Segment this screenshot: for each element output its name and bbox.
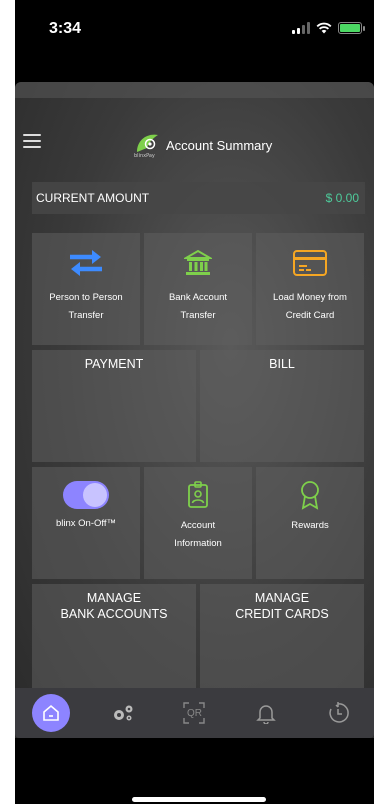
blinx-on-off-label: blinx On-Off™ [55,518,116,529]
nav-qr[interactable]: QR [174,693,214,733]
balance-value: $ 0.00 [325,191,359,205]
home-indicator[interactable] [132,797,266,802]
bill-label: BILL [269,357,295,371]
blinx-on-off-tile[interactable]: blinx On-Off™ [32,467,140,579]
wifi-icon [316,22,332,34]
award-icon [299,479,321,511]
signal-icon [292,22,310,34]
toggle-icon[interactable] [63,481,109,509]
payment-label: PAYMENT [84,357,144,371]
menu-icon[interactable] [23,134,41,148]
settings-gears-icon[interactable] [111,704,135,722]
card-label-2: Credit Card [285,310,335,321]
rewards-tile[interactable]: Rewards [256,467,364,579]
manage-credit-cards-tile[interactable]: MANAGE CREDIT CARDS [200,584,364,696]
balance-label: CURRENT AMOUNT [36,191,150,205]
bottom-nav: QR [15,688,374,738]
phone-screen: 3:34 blinxPay Account Summary CURRENT AM… [15,0,374,804]
nav-history[interactable] [318,693,358,733]
blinxpay-logo-icon: blinxPay [134,134,158,158]
nav-settings[interactable] [103,693,143,733]
credit-card-icon [292,247,328,279]
bank-account-transfer-tile[interactable]: Bank Account Transfer [144,233,252,345]
bank-label-2: Transfer [180,310,216,321]
account-label-2: Information [174,538,222,549]
bank-label-1: Bank Account [168,292,228,303]
manage-cards-label-1: MANAGE [254,591,310,605]
account-label-1: Account [180,520,216,531]
battery-icon [338,22,365,34]
current-amount-bar: CURRENT AMOUNT $ 0.00 [32,182,365,214]
history-icon[interactable] [326,701,350,725]
qr-label: QR [186,707,202,719]
status-time: 3:34 [49,20,82,37]
screen-top-band [15,82,374,98]
page-title: Account Summary [166,138,273,153]
bank-icon [184,247,212,279]
manage-bank-accounts-tile[interactable]: MANAGE BANK ACCOUNTS [32,584,196,696]
svg-text:blinxPay: blinxPay [134,153,155,158]
manage-bank-label-1: MANAGE [86,591,142,605]
status-icons [292,22,365,34]
p2p-label-2: Transfer [68,310,104,321]
rewards-label: Rewards [291,520,329,531]
manage-cards-label-2: CREDIT CARDS [235,607,329,621]
id-badge-icon [187,479,209,511]
payment-tile[interactable]: PAYMENT [32,350,196,462]
manage-bank-label-2: BANK ACCOUNTS [60,607,168,621]
status-bar: 3:34 [15,0,374,60]
transfer-arrows-icon [68,247,104,279]
app-screen: blinxPay Account Summary CURRENT AMOUNT … [15,82,374,738]
home-icon[interactable] [31,694,70,732]
nav-notifications[interactable] [246,693,286,733]
account-information-tile[interactable]: Account Information [144,467,252,579]
p2p-label-1: Person to Person [49,292,123,303]
app-header: blinxPay Account Summary [15,126,374,162]
bell-icon[interactable] [256,702,277,724]
nav-home[interactable] [31,693,71,733]
p2p-transfer-tile[interactable]: Person to Person Transfer [32,233,140,345]
load-money-credit-card-tile[interactable]: Load Money from Credit Card [256,233,364,345]
bill-tile[interactable]: BILL [200,350,364,462]
card-label-1: Load Money from [273,292,347,303]
